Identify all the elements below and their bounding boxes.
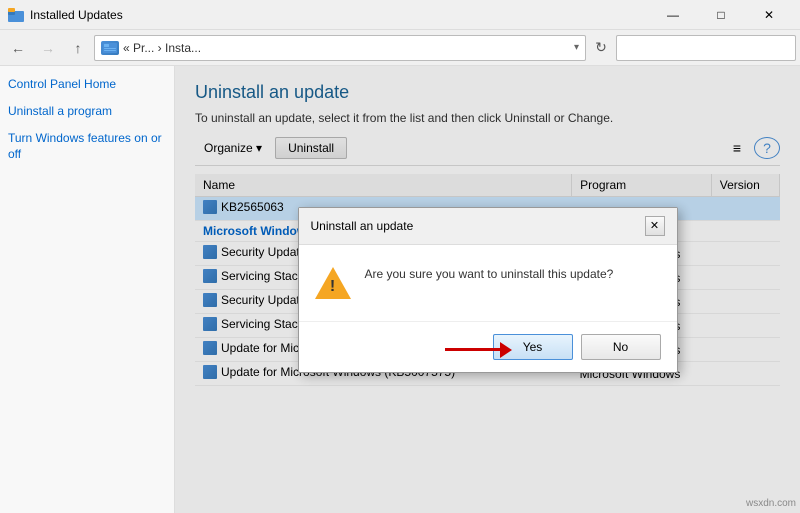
sidebar-link-uninstall-program[interactable]: Uninstall a program [8, 103, 166, 120]
warning-exclamation: ! [330, 279, 335, 295]
search-input[interactable] [616, 35, 796, 61]
up-button[interactable]: ↑ [64, 34, 92, 62]
dialog-title: Uninstall an update [311, 219, 414, 233]
refresh-button[interactable]: ↻ [588, 35, 614, 61]
titlebar-icon [8, 7, 24, 23]
arrow-head [500, 342, 512, 358]
dialog-buttons: Yes No [299, 321, 677, 372]
navbar: ← → ↑ « Pr... › Insta... ▾ ↻ [0, 30, 800, 66]
address-text: « Pr... › Insta... [123, 41, 570, 55]
titlebar-title: Installed Updates [30, 8, 650, 22]
dialog-titlebar: Uninstall an update ✕ [299, 208, 677, 245]
address-bar: « Pr... › Insta... ▾ [94, 35, 586, 61]
arrow-indicator [445, 342, 512, 358]
titlebar: Installed Updates — □ ✕ [0, 0, 800, 30]
titlebar-controls: — □ ✕ [650, 0, 792, 30]
dialog-content: ! Are you sure you want to uninstall thi… [299, 245, 677, 321]
dialog-close-button[interactable]: ✕ [645, 216, 665, 236]
close-button[interactable]: ✕ [746, 0, 792, 30]
sidebar-link-windows-features[interactable]: Turn Windows features on or off [8, 130, 166, 164]
forward-button[interactable]: → [34, 34, 62, 62]
arrow-line [445, 348, 500, 351]
maximize-button[interactable]: □ [698, 0, 744, 30]
address-icon [101, 41, 119, 55]
address-chevron: ▾ [574, 42, 579, 53]
content-area: Uninstall an update To uninstall an upda… [175, 66, 800, 513]
sidebar: Control Panel Home Uninstall a program T… [0, 66, 175, 513]
warning-icon: ! [315, 265, 351, 301]
dialog-message: Are you sure you want to uninstall this … [365, 265, 661, 283]
no-button[interactable]: No [581, 334, 661, 360]
minimize-button[interactable]: — [650, 0, 696, 30]
dialog-overlay: Uninstall an update ✕ ! Are you sure you… [175, 66, 800, 513]
sidebar-link-control-panel[interactable]: Control Panel Home [8, 76, 166, 93]
back-button[interactable]: ← [4, 34, 32, 62]
main-layout: Control Panel Home Uninstall a program T… [0, 66, 800, 513]
dialog: Uninstall an update ✕ ! Are you sure you… [298, 207, 678, 373]
